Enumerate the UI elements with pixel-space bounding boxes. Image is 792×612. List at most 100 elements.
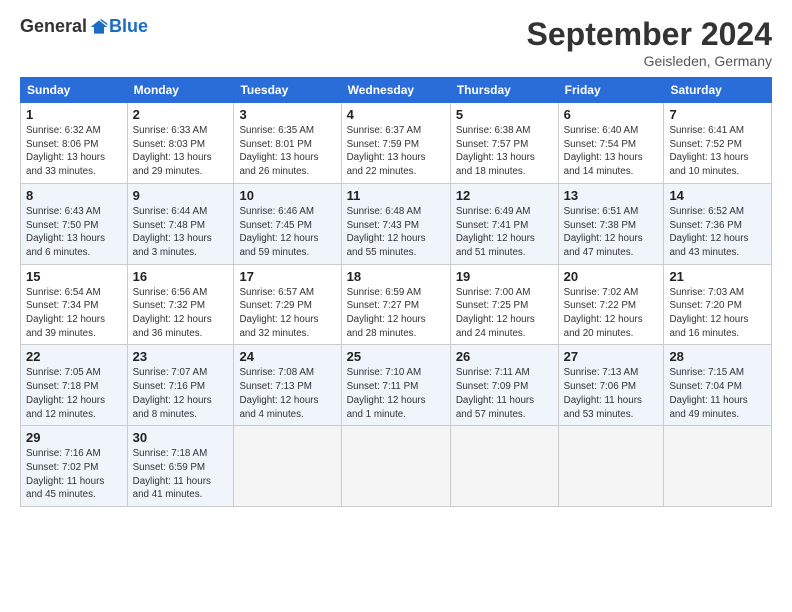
table-row: 18 Sunrise: 6:59 AMSunset: 7:27 PMDayligh…	[341, 264, 450, 345]
day-number: 2	[133, 107, 229, 122]
day-number: 17	[239, 269, 335, 284]
table-row: 1 Sunrise: 6:32 AMSunset: 8:06 PMDaylight…	[21, 103, 128, 184]
table-row: 11 Sunrise: 6:48 AMSunset: 7:43 PMDayligh…	[341, 183, 450, 264]
table-row: 15 Sunrise: 6:54 AMSunset: 7:34 PMDayligh…	[21, 264, 128, 345]
table-row: 19 Sunrise: 7:00 AMSunset: 7:25 PMDayligh…	[450, 264, 558, 345]
day-info: Sunrise: 6:38 AMSunset: 7:57 PMDaylight:…	[456, 125, 535, 177]
day-info: Sunrise: 7:02 AMSunset: 7:22 PMDaylight:…	[564, 287, 643, 339]
day-info: Sunrise: 6:37 AMSunset: 7:59 PMDaylight:…	[347, 125, 426, 177]
day-info: Sunrise: 6:43 AMSunset: 7:50 PMDaylight:…	[26, 206, 105, 258]
day-info: Sunrise: 6:57 AMSunset: 7:29 PMDaylight:…	[239, 287, 318, 339]
day-number: 30	[133, 430, 229, 445]
table-row: 24Sunrise: 7:08 AMSunset: 7:13 PMDayligh…	[234, 345, 341, 426]
day-number: 10	[239, 188, 335, 203]
day-info: Sunrise: 7:15 AMSunset: 7:04 PMDaylight:…	[669, 367, 747, 419]
table-row: 4 Sunrise: 6:37 AMSunset: 7:59 PMDaylight…	[341, 103, 450, 184]
day-info: Sunrise: 6:33 AMSunset: 8:03 PMDaylight:…	[133, 125, 212, 177]
table-row	[341, 426, 450, 507]
table-row	[664, 426, 772, 507]
day-info: Sunrise: 6:41 AMSunset: 7:52 PMDaylight:…	[669, 125, 748, 177]
table-row: 29 Sunrise: 7:16 AMSunset: 7:02 PMDayligh…	[21, 426, 128, 507]
day-info: Sunrise: 7:11 AMSunset: 7:09 PMDaylight:…	[456, 367, 534, 419]
calendar-week-row: 1 Sunrise: 6:32 AMSunset: 8:06 PMDaylight…	[21, 103, 772, 184]
day-info: Sunrise: 7:00 AMSunset: 7:25 PMDaylight:…	[456, 287, 535, 339]
table-row	[558, 426, 664, 507]
table-row: 6Sunrise: 6:40 AMSunset: 7:54 PMDaylight…	[558, 103, 664, 184]
table-row: 10Sunrise: 6:46 AMSunset: 7:45 PMDayligh…	[234, 183, 341, 264]
table-row: 23 Sunrise: 7:07 AMSunset: 7:16 PMDayligh…	[127, 345, 234, 426]
day-info: Sunrise: 6:48 AMSunset: 7:43 PMDaylight:…	[347, 206, 426, 258]
day-number: 1	[26, 107, 122, 122]
table-row: 30 Sunrise: 7:18 AMSunset: 6:59 PMDayligh…	[127, 426, 234, 507]
day-info: Sunrise: 6:49 AMSunset: 7:41 PMDaylight:…	[456, 206, 535, 258]
day-info: Sunrise: 7:05 AMSunset: 7:18 PMDaylight:…	[26, 367, 105, 419]
day-info: Sunrise: 6:32 AMSunset: 8:06 PMDaylight:…	[26, 125, 105, 177]
day-number: 11	[347, 188, 445, 203]
day-info: Sunrise: 7:10 AMSunset: 7:11 PMDaylight:…	[347, 367, 426, 419]
table-row: 27 Sunrise: 7:13 AMSunset: 7:06 PMDayligh…	[558, 345, 664, 426]
day-number: 19	[456, 269, 553, 284]
table-row: 5 Sunrise: 6:38 AMSunset: 7:57 PMDaylight…	[450, 103, 558, 184]
day-number: 14	[669, 188, 766, 203]
day-number: 29	[26, 430, 122, 445]
day-number: 28	[669, 349, 766, 364]
location: Geisleden, Germany	[527, 53, 772, 69]
day-info: Sunrise: 6:54 AMSunset: 7:34 PMDaylight:…	[26, 287, 105, 339]
table-row: 26 Sunrise: 7:11 AMSunset: 7:09 PMDayligh…	[450, 345, 558, 426]
day-number: 15	[26, 269, 122, 284]
day-number: 26	[456, 349, 553, 364]
day-number: 18	[347, 269, 445, 284]
day-info: Sunrise: 6:44 AMSunset: 7:48 PMDaylight:…	[133, 206, 212, 258]
col-sunday: Sunday	[21, 78, 128, 103]
day-info: Sunrise: 7:07 AMSunset: 7:16 PMDaylight:…	[133, 367, 212, 419]
day-number: 27	[564, 349, 659, 364]
day-number: 12	[456, 188, 553, 203]
calendar-week-row: 29 Sunrise: 7:16 AMSunset: 7:02 PMDayligh…	[21, 426, 772, 507]
day-number: 4	[347, 107, 445, 122]
title-block: September 2024 Geisleden, Germany	[527, 16, 772, 69]
table-row	[450, 426, 558, 507]
day-info: Sunrise: 7:13 AMSunset: 7:06 PMDaylight:…	[564, 367, 642, 419]
table-row: 16 Sunrise: 6:56 AMSunset: 7:32 PMDayligh…	[127, 264, 234, 345]
day-number: 20	[564, 269, 659, 284]
table-row: 9Sunrise: 6:44 AMSunset: 7:48 PMDaylight…	[127, 183, 234, 264]
day-number: 5	[456, 107, 553, 122]
day-number: 8	[26, 188, 122, 203]
day-number: 21	[669, 269, 766, 284]
col-tuesday: Tuesday	[234, 78, 341, 103]
col-saturday: Saturday	[664, 78, 772, 103]
day-info: Sunrise: 7:18 AMSunset: 6:59 PMDaylight:…	[133, 448, 211, 500]
table-row: 13Sunrise: 6:51 AMSunset: 7:38 PMDayligh…	[558, 183, 664, 264]
table-row: 17 Sunrise: 6:57 AMSunset: 7:29 PMDayligh…	[234, 264, 341, 345]
day-number: 23	[133, 349, 229, 364]
logo-blue-text: Blue	[109, 16, 148, 37]
day-number: 25	[347, 349, 445, 364]
day-number: 6	[564, 107, 659, 122]
logo-icon	[89, 17, 109, 37]
calendar-week-row: 8 Sunrise: 6:43 AMSunset: 7:50 PMDaylight…	[21, 183, 772, 264]
day-number: 16	[133, 269, 229, 284]
calendar-header-row: Sunday Monday Tuesday Wednesday Thursday…	[21, 78, 772, 103]
day-info: Sunrise: 6:56 AMSunset: 7:32 PMDaylight:…	[133, 287, 212, 339]
table-row: 2 Sunrise: 6:33 AMSunset: 8:03 PMDaylight…	[127, 103, 234, 184]
table-row: 3 Sunrise: 6:35 AMSunset: 8:01 PMDaylight…	[234, 103, 341, 184]
table-row: 28 Sunrise: 7:15 AMSunset: 7:04 PMDayligh…	[664, 345, 772, 426]
day-info: Sunrise: 6:52 AMSunset: 7:36 PMDaylight:…	[669, 206, 748, 258]
day-number: 13	[564, 188, 659, 203]
day-info: Sunrise: 7:16 AMSunset: 7:02 PMDaylight:…	[26, 448, 104, 500]
table-row: 14 Sunrise: 6:52 AMSunset: 7:36 PMDayligh…	[664, 183, 772, 264]
day-number: 7	[669, 107, 766, 122]
day-info: Sunrise: 7:08 AMSunset: 7:13 PMDaylight:…	[239, 367, 318, 419]
table-row: 21Sunrise: 7:03 AMSunset: 7:20 PMDayligh…	[664, 264, 772, 345]
col-monday: Monday	[127, 78, 234, 103]
table-row: 20 Sunrise: 7:02 AMSunset: 7:22 PMDayligh…	[558, 264, 664, 345]
table-row: 25 Sunrise: 7:10 AMSunset: 7:11 PMDayligh…	[341, 345, 450, 426]
logo-general-text: General	[20, 16, 87, 37]
col-wednesday: Wednesday	[341, 78, 450, 103]
day-info: Sunrise: 6:35 AMSunset: 8:01 PMDaylight:…	[239, 125, 318, 177]
calendar-week-row: 22Sunrise: 7:05 AMSunset: 7:18 PMDayligh…	[21, 345, 772, 426]
day-info: Sunrise: 6:59 AMSunset: 7:27 PMDaylight:…	[347, 287, 426, 339]
table-row: 22Sunrise: 7:05 AMSunset: 7:18 PMDayligh…	[21, 345, 128, 426]
day-number: 3	[239, 107, 335, 122]
calendar: Sunday Monday Tuesday Wednesday Thursday…	[20, 77, 772, 507]
